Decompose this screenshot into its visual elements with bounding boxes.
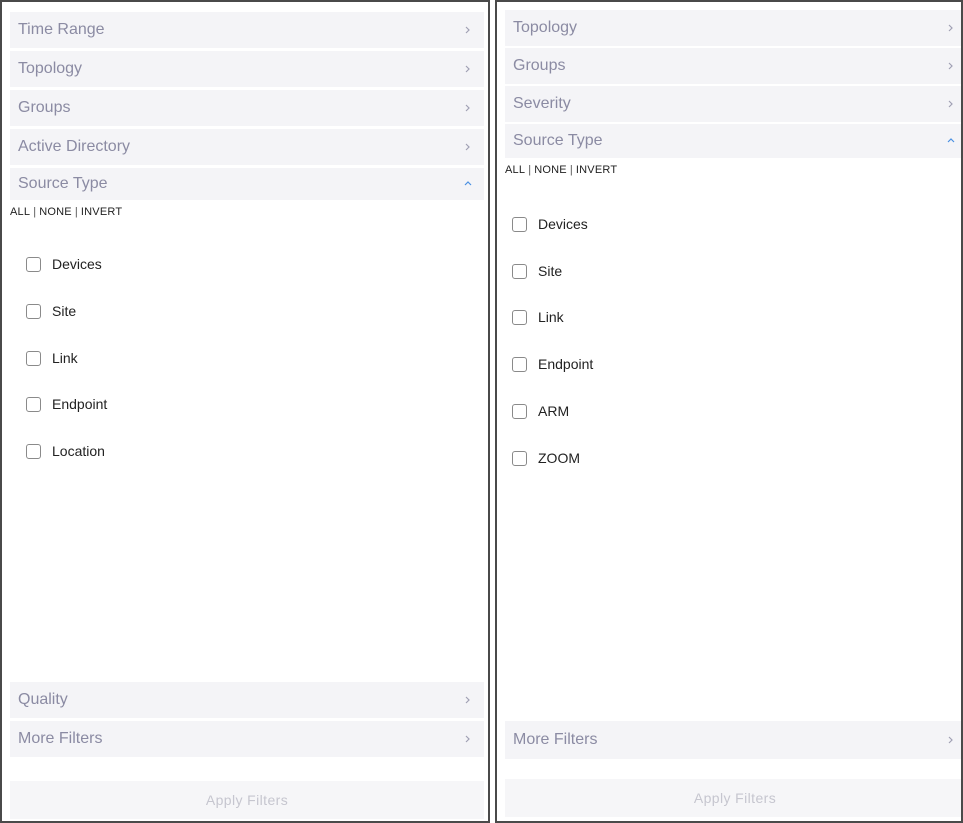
- checkbox[interactable]: [26, 303, 41, 319]
- select-none-link[interactable]: NONE: [39, 206, 72, 218]
- section-label: Severity: [513, 95, 571, 112]
- checkbox[interactable]: [512, 309, 527, 325]
- checkbox-label: Endpoint: [538, 356, 594, 372]
- checkbox-label: Devices: [538, 216, 588, 232]
- section-topology[interactable]: Topology: [10, 51, 484, 87]
- chevron-right-icon: [462, 694, 474, 706]
- section-label: Topology: [18, 60, 83, 77]
- option-devices[interactable]: Devices: [512, 216, 588, 232]
- checkbox-label: Location: [52, 443, 105, 459]
- section-severity[interactable]: Severity: [505, 86, 961, 122]
- section-topology[interactable]: Topology: [505, 10, 961, 46]
- chevron-right-icon: [945, 22, 957, 34]
- section-source-type[interactable]: Source Type: [10, 168, 484, 200]
- checkbox-label: Link: [538, 309, 564, 325]
- apply-filters-button[interactable]: Apply Filters: [10, 781, 484, 819]
- section-label: Active Directory: [18, 138, 131, 155]
- section-more-filters[interactable]: More Filters: [10, 721, 484, 757]
- checkbox-label: Devices: [52, 256, 102, 272]
- option-endpoint[interactable]: Endpoint: [26, 396, 107, 412]
- chevron-up-icon: [462, 178, 474, 190]
- bulk-select-links: ALL | NONE | INVERT: [10, 206, 122, 218]
- invert-selection-link[interactable]: INVERT: [576, 164, 617, 176]
- chevron-right-icon: [945, 60, 957, 72]
- checkbox[interactable]: [26, 256, 41, 272]
- section-label: Groups: [513, 57, 566, 74]
- section-time-range[interactable]: Time Range: [10, 12, 484, 48]
- checkbox[interactable]: [512, 403, 527, 419]
- chevron-right-icon: [462, 733, 474, 745]
- filter-panel-right: Topology Groups Severity Source Type ALL…: [495, 0, 963, 823]
- bulk-select-links: ALL | NONE | INVERT: [505, 164, 617, 176]
- option-site[interactable]: Site: [26, 303, 76, 319]
- separator: |: [33, 206, 37, 218]
- section-label: Time Range: [18, 21, 105, 38]
- select-all-link[interactable]: ALL: [505, 164, 525, 176]
- separator: |: [528, 164, 532, 176]
- checkbox[interactable]: [512, 263, 527, 279]
- checkbox[interactable]: [26, 396, 41, 412]
- checkbox-label: Site: [538, 263, 563, 279]
- select-none-link[interactable]: NONE: [534, 164, 567, 176]
- option-endpoint[interactable]: Endpoint: [512, 356, 593, 372]
- checkbox-label: Site: [52, 303, 77, 319]
- checkbox-label: ARM: [538, 403, 570, 419]
- option-zoom[interactable]: ZOOM: [512, 450, 580, 466]
- chevron-right-icon: [462, 24, 474, 36]
- chevron-up-icon: [945, 135, 957, 147]
- checkbox[interactable]: [512, 450, 527, 466]
- option-arm[interactable]: ARM: [512, 403, 569, 419]
- apply-filters-button[interactable]: Apply Filters: [505, 779, 961, 817]
- separator: |: [569, 164, 573, 176]
- checkbox[interactable]: [512, 216, 527, 232]
- chevron-right-icon: [462, 141, 474, 153]
- option-link[interactable]: Link: [512, 309, 564, 325]
- section-label: Topology: [513, 19, 578, 36]
- section-quality[interactable]: Quality: [10, 682, 484, 718]
- section-source-type[interactable]: Source Type: [505, 124, 961, 158]
- option-link[interactable]: Link: [26, 350, 78, 366]
- section-more-filters[interactable]: More Filters: [505, 721, 961, 759]
- checkbox[interactable]: [26, 443, 41, 459]
- chevron-right-icon: [462, 102, 474, 114]
- chevron-right-icon: [945, 734, 957, 746]
- checkbox-label: Link: [52, 350, 78, 366]
- section-label: Source Type: [18, 175, 108, 192]
- option-location[interactable]: Location: [26, 443, 105, 459]
- separator: |: [74, 206, 78, 218]
- option-devices[interactable]: Devices: [26, 256, 102, 272]
- chevron-right-icon: [945, 98, 957, 110]
- filter-panel-left: Time Range Topology Groups Active Direct…: [0, 0, 490, 823]
- chevron-right-icon: [462, 63, 474, 75]
- option-site[interactable]: Site: [512, 263, 562, 279]
- section-label: Groups: [18, 99, 71, 116]
- section-label: More Filters: [513, 731, 598, 748]
- checkbox-label: Endpoint: [52, 396, 108, 412]
- invert-selection-link[interactable]: INVERT: [81, 206, 122, 218]
- section-active-directory[interactable]: Active Directory: [10, 129, 484, 165]
- checkbox[interactable]: [26, 350, 41, 366]
- section-groups[interactable]: Groups: [10, 90, 484, 126]
- select-all-link[interactable]: ALL: [10, 206, 30, 218]
- section-label: More Filters: [18, 730, 103, 747]
- section-label: Quality: [18, 691, 68, 708]
- section-label: Source Type: [513, 132, 603, 149]
- section-groups[interactable]: Groups: [505, 48, 961, 84]
- checkbox-label: ZOOM: [538, 450, 580, 466]
- checkbox[interactable]: [512, 356, 527, 372]
